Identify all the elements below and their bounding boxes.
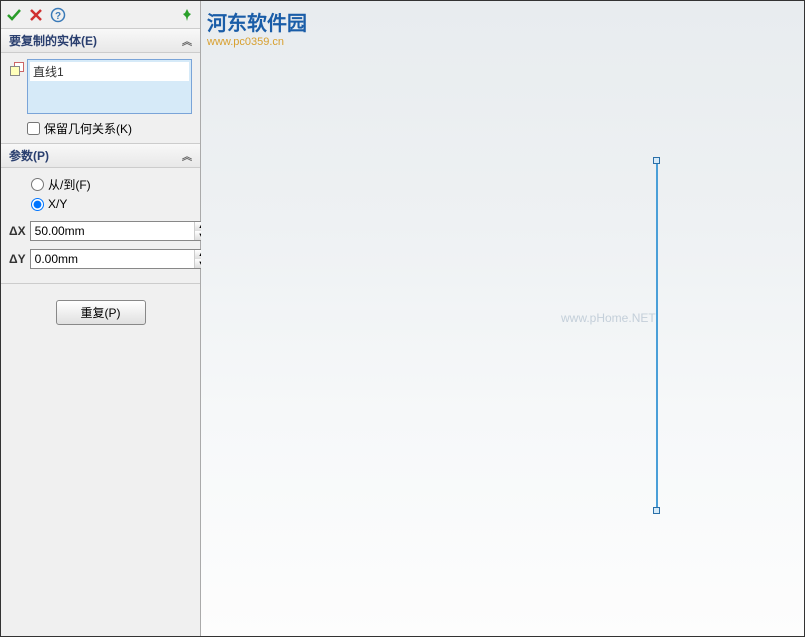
mode-fromto-row[interactable]: 从/到(F)	[31, 174, 192, 195]
dy-input-wrapper: ▲ ▼	[30, 249, 209, 269]
entities-section-header[interactable]: 要复制的实体(E) ︽	[1, 29, 200, 53]
mode-xy-label: X/Y	[48, 197, 67, 211]
repeat-button[interactable]: 重复(P)	[56, 300, 146, 325]
ok-icon[interactable]	[5, 6, 23, 24]
entities-listbox[interactable]: 直线1	[27, 59, 192, 114]
dy-input[interactable]	[31, 250, 194, 268]
params-section: 参数(P) ︽ 从/到(F) X/Y ΔX ▲ ▼	[1, 144, 200, 284]
mode-xy-row[interactable]: X/Y	[31, 195, 192, 213]
dy-label: ΔY	[9, 252, 26, 266]
panel-toolbar: ?	[1, 1, 200, 29]
collapse-icon[interactable]: ︽	[182, 148, 192, 163]
dx-input[interactable]	[31, 222, 194, 240]
keep-relations-checkbox[interactable]	[27, 122, 40, 135]
entity-item[interactable]: 直线1	[30, 62, 189, 81]
keep-relations-checkbox-row[interactable]: 保留几何关系(K)	[27, 120, 192, 137]
copy-entities-icon	[8, 60, 26, 76]
line-endpoint-handle-top[interactable]	[653, 157, 660, 164]
property-panel: ? 要复制的实体(E) ︽ 直线1 保留几何关系(K) 参数(P) ︽	[1, 1, 201, 636]
mode-fromto-label: 从/到(F)	[48, 176, 91, 193]
keep-relations-label: 保留几何关系(K)	[44, 120, 132, 137]
entities-section: 要复制的实体(E) ︽ 直线1 保留几何关系(K)	[1, 29, 200, 144]
watermark-logo: 河东软件园 www.pc0359.cn	[207, 7, 307, 48]
collapse-icon[interactable]: ︽	[182, 33, 192, 48]
watermark-site-url: www.pc0359.cn	[207, 36, 307, 48]
pin-icon[interactable]	[178, 6, 196, 24]
watermark-site-name: 河东软件园	[207, 13, 307, 35]
entities-section-title: 要复制的实体(E)	[9, 32, 97, 49]
mode-xy-radio[interactable]	[31, 198, 44, 211]
cancel-icon[interactable]	[27, 6, 45, 24]
dx-row: ΔX ▲ ▼	[9, 221, 192, 241]
dx-label: ΔX	[9, 224, 26, 238]
selected-line-entity[interactable]	[656, 161, 658, 511]
graphics-canvas[interactable]: 河东软件园 www.pc0359.cn www.pHome.NET ✱	[201, 1, 804, 636]
dy-row: ΔY ▲ ▼	[9, 249, 192, 269]
svg-text:?: ?	[55, 11, 61, 22]
line-endpoint-handle-bottom[interactable]	[653, 507, 660, 514]
dx-input-wrapper: ▲ ▼	[30, 221, 209, 241]
help-icon[interactable]: ?	[49, 6, 67, 24]
watermark-center-text: www.pHome.NET	[561, 311, 656, 325]
params-section-header[interactable]: 参数(P) ︽	[1, 144, 200, 168]
params-section-title: 参数(P)	[9, 147, 49, 164]
mode-fromto-radio[interactable]	[31, 178, 44, 191]
